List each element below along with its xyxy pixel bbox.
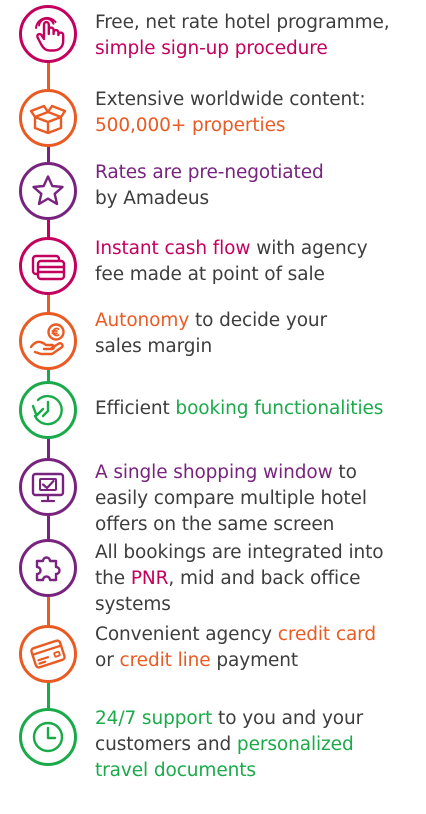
feature-text-segment: , mid and back office (168, 568, 361, 589)
feature-text-segment: Autonomy (95, 310, 190, 331)
star-icon (19, 162, 77, 220)
feature-text-segment: PNR (130, 568, 169, 589)
feature-text-segment: fee made at point of sale (95, 264, 325, 285)
timeline-connector (47, 61, 50, 91)
feature-text-segment: by Amadeus (95, 188, 210, 209)
pointing-hand-icon (19, 5, 77, 63)
feature-text-segment: systems (95, 594, 171, 615)
feature-text-segment: to (332, 462, 357, 483)
feature-text-segment: credit line (119, 650, 211, 671)
clock-icon (19, 708, 77, 766)
feature-text-segment: offers on the same screen (95, 514, 335, 535)
feature-text-segment: Efficient (95, 398, 176, 419)
feature-text-segment: 24/7 support (95, 708, 213, 729)
feature-text: Efficient booking functionalities (95, 396, 420, 422)
feature-text-segment: booking functionalities (175, 398, 384, 419)
feature-text: Instant cash flow with agency fee made a… (95, 236, 420, 288)
timeline-connector (47, 681, 50, 710)
feature-text-segment: with agency (250, 238, 368, 259)
feature-text-segment: Extensive worldwide content: (95, 89, 366, 110)
clock-refresh-icon (19, 381, 77, 439)
feature-text-segment: Rates are pre-negotiated (95, 162, 324, 183)
feature-text-segment: sales margin (95, 336, 213, 357)
feature-text-segment: to you and your (212, 708, 364, 729)
feature-text: Rates are pre-negotiated by Amadeus (95, 160, 420, 212)
feature-text: 24/7 support to you and your customers a… (95, 706, 420, 784)
cards-icon (19, 237, 77, 295)
feature-text-segment: Instant cash flow (95, 238, 251, 259)
hand-euro-coin-icon (19, 312, 77, 370)
open-box-icon (19, 89, 77, 147)
feature-text-segment: credit card (277, 624, 376, 645)
feature-text-segment: simple sign-up procedure (95, 38, 328, 59)
feature-text-segment: or (95, 650, 120, 671)
feature-text-segment: the (95, 568, 131, 589)
feature-text-segment: payment (210, 650, 299, 671)
feature-text-segment: 500,000+ properties (95, 115, 286, 136)
timeline-connector (47, 514, 50, 541)
feature-text: A single shopping window to easily compa… (95, 460, 420, 538)
feature-text: All bookings are integrated into the PNR… (95, 540, 420, 618)
feature-text-segment: Convenient agency (95, 624, 278, 645)
feature-text: Convenient agency credit card or credit … (95, 622, 420, 674)
puzzle-icon (19, 539, 77, 597)
feature-text: Extensive worldwide content: 500,000+ pr… (95, 87, 420, 139)
feature-text-segment: customers and (95, 734, 237, 755)
credit-card-icon (19, 625, 77, 683)
timeline-connector (47, 437, 50, 460)
monitor-check-icon (19, 458, 77, 516)
feature-text: Autonomy to decide your sales margin (95, 308, 420, 360)
timeline-connector (47, 595, 50, 627)
feature-text-segment: easily compare multiple hotel (95, 488, 367, 509)
timeline-connector (47, 293, 50, 314)
feature-timeline: Free, net rate hotel programme, simple s… (0, 0, 426, 814)
feature-text-segment: to decide your (189, 310, 328, 331)
feature-text-segment: Free, net rate hotel programme, (95, 12, 390, 33)
feature-text-segment: travel documents (95, 760, 256, 781)
feature-text-segment: personalized (236, 734, 354, 755)
timeline-connector (47, 218, 50, 239)
feature-text-segment: A single shopping window (95, 462, 333, 483)
feature-text-segment: All bookings are integrated into (95, 542, 384, 563)
feature-text: Free, net rate hotel programme, simple s… (95, 10, 420, 62)
